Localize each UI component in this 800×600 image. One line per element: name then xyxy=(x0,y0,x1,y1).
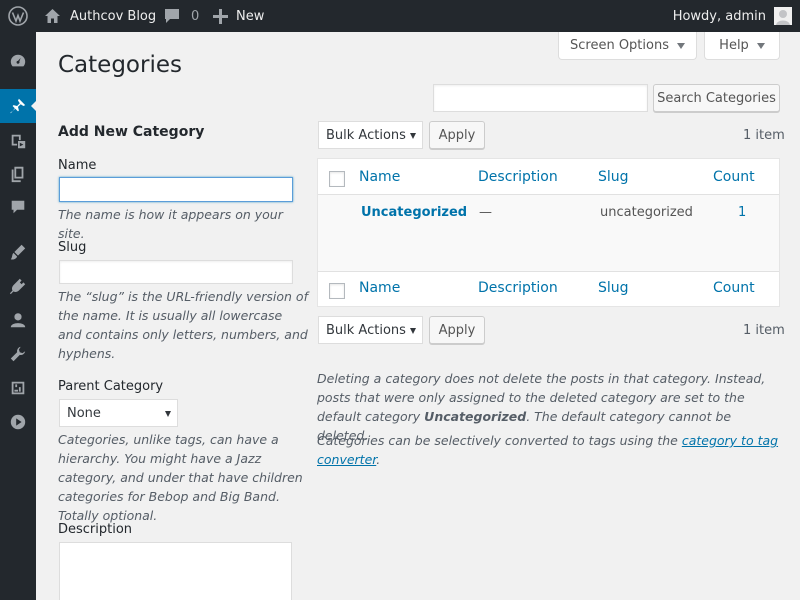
plus-icon xyxy=(213,8,228,24)
bulk-actions-select-bottom[interactable]: Bulk Actions xyxy=(318,316,423,344)
media-icon xyxy=(11,134,26,149)
item-count-top: 1 item xyxy=(743,128,785,143)
category-count-link[interactable]: 1 xyxy=(738,205,746,220)
column-header-slug[interactable]: Slug xyxy=(598,169,629,185)
wordpress-logo-icon[interactable] xyxy=(8,0,28,32)
category-slug: uncategorized xyxy=(600,205,693,220)
name-hint: The name is how it appears on your site. xyxy=(58,207,283,241)
admin-bar: Authcov Blog 0 New Howdy, admin xyxy=(0,0,800,32)
apply-button-top[interactable]: Apply xyxy=(429,121,485,149)
column-header-description[interactable]: Description xyxy=(478,169,558,185)
menu-appearance[interactable] xyxy=(0,235,36,269)
menu-collapse[interactable] xyxy=(0,405,36,439)
name-field[interactable] xyxy=(59,177,293,202)
screen-options-label: Screen Options xyxy=(570,38,669,53)
column-header-count[interactable]: Count xyxy=(713,169,755,185)
pushpin-icon xyxy=(10,98,26,114)
name-label: Name xyxy=(58,158,97,173)
select-all-checkbox[interactable] xyxy=(329,171,345,187)
bulk-actions-select-top[interactable]: Bulk Actions xyxy=(318,121,423,149)
menu-comments[interactable] xyxy=(0,190,36,224)
screen-options-button[interactable]: Screen Options xyxy=(558,32,697,60)
dropdown-arrow-icon xyxy=(165,411,171,417)
column-footer-name[interactable]: Name xyxy=(359,280,400,296)
dropdown-arrow-icon xyxy=(410,133,416,139)
my-account-link[interactable]: Howdy, admin xyxy=(673,0,792,32)
column-header-name[interactable]: Name xyxy=(359,169,400,185)
table-row: Uncategorized — uncategorized 1 xyxy=(318,195,779,271)
description-label: Description xyxy=(58,522,133,537)
help-label: Help xyxy=(719,38,749,53)
menu-settings[interactable] xyxy=(0,371,36,405)
avatar xyxy=(774,7,792,25)
item-count-bottom: 1 item xyxy=(743,323,785,338)
comments-link[interactable]: 0 xyxy=(163,0,199,32)
users-icon xyxy=(10,313,26,328)
plugins-icon xyxy=(9,278,26,295)
appearance-icon xyxy=(10,244,26,260)
home-icon xyxy=(45,9,60,23)
slug-label: Slug xyxy=(58,240,87,255)
add-new-category-heading: Add New Category xyxy=(58,124,205,140)
dashboard-icon xyxy=(10,54,26,67)
convert-tags-note: Categories can be selectively converted … xyxy=(317,431,783,469)
dropdown-arrow-icon xyxy=(410,328,416,334)
note2-text-a: Categories can be selectively converted … xyxy=(317,433,682,448)
select-all-checkbox-footer[interactable] xyxy=(329,283,345,299)
caret-down-icon xyxy=(677,42,685,49)
menu-posts[interactable] xyxy=(0,89,37,123)
bulk-actions-label: Bulk Actions xyxy=(326,127,406,143)
column-footer-slug[interactable]: Slug xyxy=(598,280,629,296)
parent-category-hint: Categories, unlike tags, can have a hier… xyxy=(58,432,303,523)
collapse-icon xyxy=(10,414,26,430)
search-input[interactable] xyxy=(433,84,648,112)
caret-down-icon xyxy=(756,42,765,49)
bulk-actions-label: Bulk Actions xyxy=(326,322,406,338)
help-button[interactable]: Help xyxy=(704,32,780,60)
comments-count: 0 xyxy=(191,8,200,24)
category-description: — xyxy=(479,205,492,220)
search-categories-button[interactable]: Search Categories xyxy=(653,84,780,112)
parent-category-value: None xyxy=(67,405,101,421)
table-header-row: Name Description Slug Count xyxy=(318,159,779,195)
menu-users[interactable] xyxy=(0,303,36,337)
site-name-link[interactable]: Authcov Blog xyxy=(44,0,156,32)
table-footer-row: Name Description Slug Count xyxy=(318,271,779,307)
parent-category-label: Parent Category xyxy=(58,379,164,394)
description-textarea[interactable] xyxy=(59,542,292,600)
site-name: Authcov Blog xyxy=(70,8,157,24)
admin-menu xyxy=(0,32,37,600)
pages-icon xyxy=(11,166,24,183)
page-title: Categories xyxy=(58,52,182,78)
comment-bubble-icon xyxy=(165,8,179,23)
parent-category-select[interactable]: None xyxy=(59,399,178,427)
tools-icon xyxy=(10,346,26,362)
new-label: New xyxy=(236,8,265,24)
column-footer-description[interactable]: Description xyxy=(478,280,558,296)
greeting: Howdy, admin xyxy=(672,8,766,24)
menu-pages[interactable] xyxy=(0,157,36,191)
note1-default-category: Uncategorized xyxy=(424,409,527,424)
apply-button-bottom[interactable]: Apply xyxy=(429,316,485,344)
new-content-link[interactable]: New xyxy=(213,0,264,32)
categories-table: Name Description Slug Count Uncategorize… xyxy=(317,158,780,307)
column-footer-count[interactable]: Count xyxy=(713,280,755,296)
comments-icon xyxy=(11,200,25,214)
menu-media[interactable] xyxy=(0,124,36,158)
settings-icon xyxy=(11,381,25,395)
slug-field[interactable] xyxy=(59,260,293,284)
menu-plugins[interactable] xyxy=(0,269,36,303)
menu-tools[interactable] xyxy=(0,337,36,371)
menu-dashboard[interactable] xyxy=(0,44,36,78)
note2-text-b: . xyxy=(376,452,381,467)
slug-hint: The “slug” is the URL-friendly version o… xyxy=(58,289,308,361)
category-name-link[interactable]: Uncategorized xyxy=(361,205,467,220)
